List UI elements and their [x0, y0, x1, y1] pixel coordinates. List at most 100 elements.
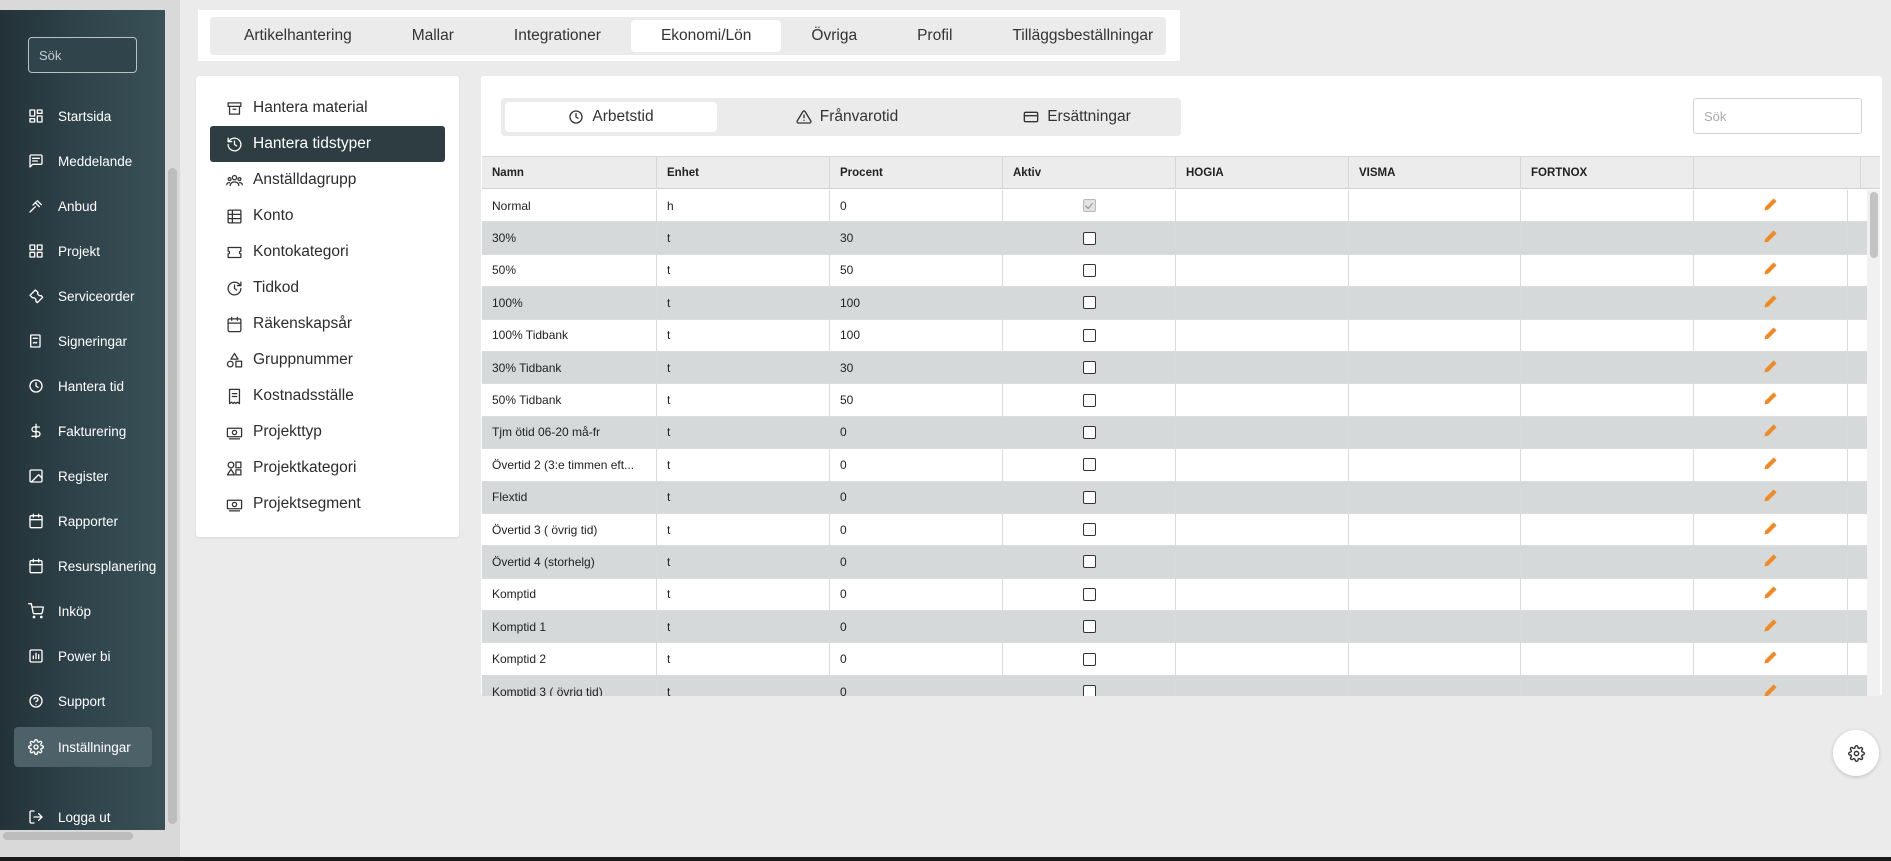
menu-item-projektsegment[interactable]: Projektsegment	[210, 486, 445, 522]
edit-button[interactable]	[1763, 229, 1778, 247]
menu-item-anst-lldagrupp[interactable]: Anställdagrupp	[210, 162, 445, 198]
tab-artikelhantering[interactable]: Artikelhantering	[214, 20, 382, 52]
table-scrollbar-thumb[interactable]	[1870, 192, 1878, 258]
table-row[interactable]: Normal h 0	[482, 190, 1867, 223]
table-row[interactable]: Flextid t 0	[482, 481, 1867, 514]
sidebar-item-serviceorder[interactable]: Serviceorder	[14, 276, 152, 316]
sidebar-scrollbar[interactable]	[168, 168, 177, 824]
edit-button[interactable]	[1763, 423, 1778, 441]
sidebar-item-resursplanering[interactable]: Resursplanering	[14, 546, 156, 586]
sidebar-item-inst-llningar[interactable]: Inställningar	[14, 727, 152, 767]
edit-button[interactable]	[1763, 359, 1778, 377]
edit-button[interactable]	[1763, 261, 1778, 279]
sidebar-search-input[interactable]	[28, 37, 137, 73]
sidebar-item-support[interactable]: Support	[14, 681, 152, 721]
menu-item-konto[interactable]: Konto	[210, 198, 445, 234]
edit-button[interactable]	[1763, 585, 1778, 603]
column-header-actions[interactable]	[1694, 157, 1861, 189]
active-checkbox[interactable]	[1082, 523, 1096, 537]
tab-ekonomi-l-n[interactable]: Ekonomi/Lön	[630, 20, 782, 52]
sidebar-item-hantera-tid[interactable]: Hantera tid	[14, 366, 152, 406]
table-scrollbar[interactable]	[1867, 190, 1880, 696]
table-row[interactable]: Övertid 2 (3:e timmen eft... t 0	[482, 449, 1867, 482]
column-header-visma[interactable]: VISMA	[1349, 157, 1521, 189]
active-checkbox[interactable]	[1082, 328, 1096, 342]
menu-item-hantera-tidstyper[interactable]: Hantera tidstyper	[210, 126, 445, 162]
menu-item-tidkod[interactable]: Tidkod	[210, 270, 445, 306]
edit-button[interactable]	[1763, 456, 1778, 474]
subtab-ers-ttningar[interactable]: Ersättningar	[977, 102, 1177, 132]
tab-integrationer[interactable]: Integrationer	[484, 20, 631, 52]
table-row[interactable]: 100% Tidbank t 100	[482, 319, 1867, 352]
table-search-input[interactable]	[1693, 98, 1862, 134]
table-row[interactable]: Komptid 3 ( övrig tid) t 0	[482, 675, 1867, 696]
table-row[interactable]: Komptid 1t0	[482, 611, 1867, 644]
column-header-procent[interactable]: Procent	[830, 157, 1003, 189]
table-row[interactable]: Övertid 4 (storhelg) t 0	[482, 546, 1867, 579]
logout-button[interactable]: Logga ut	[14, 797, 152, 837]
active-checkbox[interactable]	[1082, 199, 1096, 213]
active-checkbox[interactable]	[1082, 555, 1096, 569]
table-row[interactable]: 50% t 50	[482, 254, 1867, 288]
active-checkbox[interactable]	[1082, 231, 1096, 245]
edit-button[interactable]	[1763, 683, 1778, 696]
active-checkbox[interactable]	[1082, 425, 1096, 439]
sidebar-item-meddelande[interactable]: Meddelande	[14, 141, 152, 181]
active-checkbox[interactable]	[1082, 393, 1096, 407]
edit-button[interactable]	[1763, 650, 1778, 668]
column-header-enhet[interactable]: Enhet	[657, 157, 830, 189]
edit-button[interactable]	[1763, 521, 1778, 539]
active-checkbox[interactable]	[1082, 490, 1096, 504]
menu-item-kostnadsst-lle[interactable]: Kostnadsställe	[210, 378, 445, 414]
edit-button[interactable]	[1763, 197, 1778, 215]
active-checkbox[interactable]	[1082, 652, 1096, 666]
table-row[interactable]: Komptid 2t0	[482, 643, 1867, 676]
active-checkbox[interactable]	[1082, 458, 1096, 472]
menu-item-projekttyp[interactable]: Projekttyp	[210, 414, 445, 450]
table-row[interactable]: 30% Tidbank t 30	[482, 351, 1867, 385]
table-row[interactable]: 100% t 100	[482, 287, 1867, 320]
active-checkbox[interactable]	[1082, 620, 1096, 634]
table-row[interactable]: Tjm ötid 06-20 må-fr t 0	[482, 416, 1867, 450]
column-header-namn[interactable]: Namn	[482, 157, 657, 189]
tab--vriga[interactable]: Övriga	[781, 20, 887, 52]
menu-item-gruppnummer[interactable]: Gruppnummer	[210, 342, 445, 378]
sidebar-item-register[interactable]: Register	[14, 456, 152, 496]
menu-item-projektkategori[interactable]: Projektkategori	[210, 450, 445, 486]
table-row[interactable]: 50% Tidbank t 50	[482, 384, 1867, 417]
sidebar-item-power-bi[interactable]: Power bi	[14, 636, 152, 676]
tab-mallar[interactable]: Mallar	[382, 20, 484, 52]
edit-button[interactable]	[1763, 618, 1778, 636]
sidebar-item-rapporter[interactable]: Rapporter	[14, 501, 152, 541]
sidebar-item-startsida[interactable]: Startsida	[14, 96, 152, 136]
edit-button[interactable]	[1763, 553, 1778, 571]
subtab-fr-nvarotid[interactable]: Frånvarotid	[741, 102, 953, 132]
column-header-aktiv[interactable]: Aktiv	[1003, 157, 1176, 189]
edit-button[interactable]	[1763, 326, 1778, 344]
active-checkbox[interactable]	[1082, 685, 1096, 696]
subtab-arbetstid[interactable]: Arbetstid	[505, 102, 717, 132]
tab-profil[interactable]: Profil	[887, 20, 982, 52]
edit-button[interactable]	[1763, 391, 1778, 409]
sidebar-item-ink-p[interactable]: Inköp	[14, 591, 152, 631]
floating-settings-button[interactable]	[1833, 730, 1879, 776]
table-row[interactable]: Komptid t 0	[482, 578, 1867, 612]
table-row[interactable]: Övertid 3 ( övrig tid) t 0	[482, 513, 1867, 547]
active-checkbox[interactable]	[1082, 296, 1096, 310]
horizontal-scrollbar[interactable]	[3, 832, 133, 840]
sidebar-item-signeringar[interactable]: Signeringar	[14, 321, 152, 361]
edit-button[interactable]	[1763, 488, 1778, 506]
menu-item-hantera-material[interactable]: Hantera material	[210, 90, 445, 126]
edit-button[interactable]	[1763, 294, 1778, 312]
sidebar-item-anbud[interactable]: Anbud	[14, 186, 152, 226]
sidebar-item-fakturering[interactable]: Fakturering	[14, 411, 152, 451]
menu-item-r-kenskaps-r[interactable]: Räkenskapsår	[210, 306, 445, 342]
tab-till-ggsbest-llningar[interactable]: Tilläggsbeställningar	[982, 20, 1183, 52]
column-header-fortnox[interactable]: FORTNOX	[1521, 157, 1694, 189]
active-checkbox[interactable]	[1082, 263, 1096, 277]
sidebar-item-projekt[interactable]: Projekt	[14, 231, 152, 271]
table-row[interactable]: 30% t 30	[482, 222, 1867, 255]
active-checkbox[interactable]	[1082, 361, 1096, 375]
column-header-hogia[interactable]: HOGIA	[1176, 157, 1349, 189]
active-checkbox[interactable]	[1082, 587, 1096, 601]
